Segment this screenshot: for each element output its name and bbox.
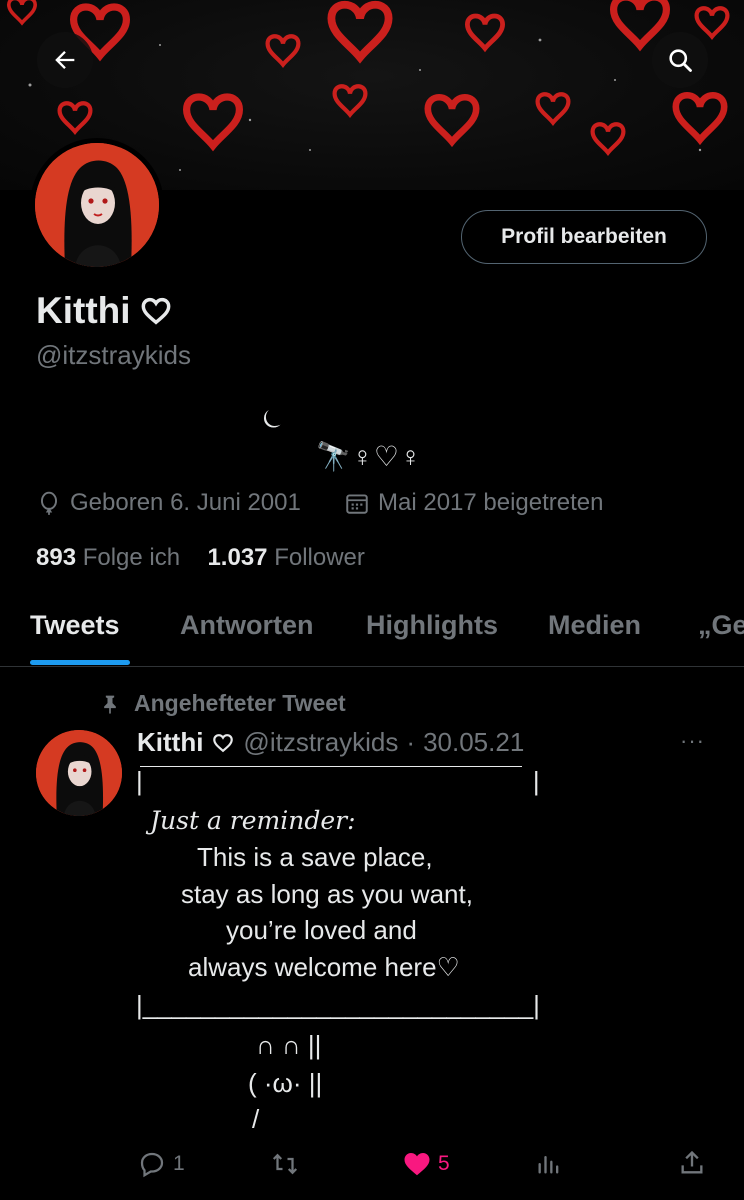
- following-link[interactable]: 893 Folge ich: [36, 544, 180, 571]
- profile-name: Kitthi: [36, 290, 173, 332]
- avatar: [35, 143, 159, 267]
- retweet-icon: [272, 1153, 298, 1175]
- follow-stats: 893 Folge ich 1.037 Follower: [36, 544, 365, 572]
- followers-link[interactable]: 1.037 Follower: [207, 544, 364, 571]
- birthday-text: Geboren 6. Juni 2001: [70, 489, 301, 516]
- pinned-label: Angehefteter Tweet: [100, 690, 346, 717]
- tweet-author-name[interactable]: Kitthi: [137, 727, 203, 758]
- bio-line-moon: ⏾: [262, 403, 283, 433]
- following-count: 893: [36, 544, 77, 571]
- tweet-author-handle[interactable]: @itzstraykids: [243, 727, 398, 758]
- tab-likes[interactable]: „Ge: [698, 610, 744, 641]
- join-date-info: Mai 2017 beigetreten: [344, 489, 604, 517]
- bio-line-symbols: 🔭♀♡♀: [316, 441, 422, 472]
- tweet-bunny-1: ∩ ∩ ||: [256, 1030, 322, 1060]
- tab-highlights[interactable]: Highlights: [366, 610, 498, 641]
- following-label: Folge ich: [82, 544, 181, 571]
- join-date-text: Mai 2017 beigetreten: [378, 489, 604, 516]
- birthday-info: Geboren 6. Juni 2001: [36, 489, 301, 517]
- profile-avatar[interactable]: [30, 138, 164, 272]
- profile-tabs: Tweets Antworten Highlights Medien „Ge: [0, 600, 744, 667]
- balloon-icon: [40, 491, 58, 515]
- followers-label: Follower: [274, 544, 365, 571]
- profile-name-text: Kitthi: [36, 290, 131, 331]
- edit-profile-button[interactable]: Profil bearbeiten: [461, 210, 707, 264]
- search-button[interactable]: [652, 32, 708, 88]
- tweet-line-1: This is a save place,: [197, 842, 433, 872]
- back-button[interactable]: [37, 32, 93, 88]
- arrow-left-icon: [55, 51, 75, 69]
- active-tab-indicator: [30, 660, 130, 665]
- share-button[interactable]: [678, 1149, 706, 1177]
- retweet-button[interactable]: [270, 1149, 300, 1179]
- tweet-line-2: stay as long as you want,: [181, 879, 473, 909]
- calendar-icon: [346, 494, 368, 514]
- tweet-line-4: always welcome here♡: [188, 952, 460, 982]
- tweet-header: Kitthi @itzstraykids · 30.05.21: [137, 727, 524, 758]
- like-button[interactable]: 5: [402, 1149, 450, 1179]
- avatar-illustration: [36, 730, 122, 816]
- tweet-top-border: | |: [136, 766, 540, 796]
- heart-filled-icon: [404, 1153, 430, 1176]
- followers-count: 1.037: [207, 544, 268, 571]
- reply-icon: [140, 1152, 164, 1178]
- tab-tweets[interactable]: Tweets: [30, 610, 120, 641]
- pin-icon: [104, 695, 116, 714]
- reply-button[interactable]: 1: [137, 1149, 185, 1179]
- search-icon: [669, 49, 692, 72]
- tweet-separator: ·: [406, 727, 416, 757]
- analytics-icon: [538, 1156, 559, 1174]
- tweet-date[interactable]: 30.05.21: [423, 727, 524, 758]
- tweet-actions: 1 5: [0, 1145, 744, 1185]
- tweet-top-rule: [140, 766, 522, 767]
- tweet-line-3: you’re loved and: [226, 915, 417, 945]
- profile-handle: @itzstraykids: [36, 340, 191, 370]
- tweet-bunny-2: ( ·ω· ||: [248, 1068, 323, 1098]
- tweet-avatar[interactable]: [36, 730, 122, 816]
- tweet-bunny-3: /: [252, 1104, 260, 1134]
- tweet-reminder: Just a reminder:: [150, 806, 356, 835]
- reply-count: 1: [173, 1152, 185, 1175]
- heart-outline-icon: [213, 733, 234, 752]
- tab-media[interactable]: Medien: [548, 610, 641, 641]
- pinned-text: Angehefteter Tweet: [134, 690, 346, 716]
- analytics-button[interactable]: [535, 1149, 563, 1177]
- tab-replies[interactable]: Antworten: [180, 610, 313, 641]
- share-icon: [681, 1150, 703, 1174]
- like-count: 5: [438, 1152, 450, 1175]
- more-options-icon[interactable]: ···: [680, 728, 705, 754]
- avatar-illustration: [35, 143, 159, 267]
- heart-outline-icon: [141, 297, 170, 325]
- tweet-bottom-border: |___________________________|: [136, 990, 540, 1020]
